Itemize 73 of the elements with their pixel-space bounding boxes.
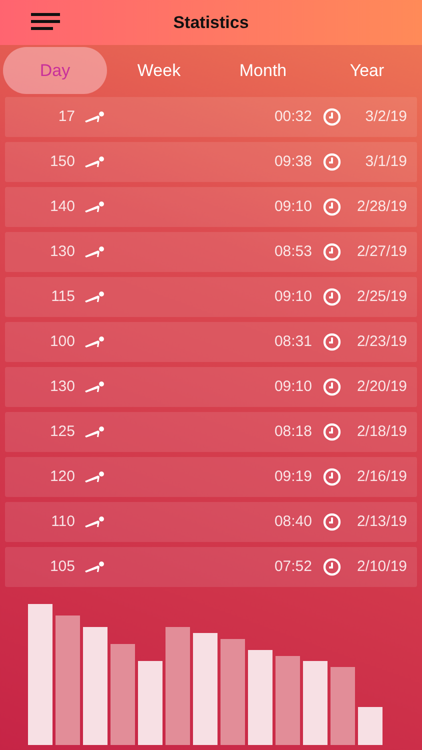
pushup-count: 140 <box>50 196 75 217</box>
clock-icon <box>323 243 341 261</box>
pushup-icon <box>85 336 105 348</box>
list-row[interactable]: 105 07:52 2/10/19 <box>5 547 417 587</box>
pushup-icon <box>85 246 105 258</box>
list-row[interactable]: 100 08:31 2/23/19 <box>5 322 417 362</box>
duration-text: 08:53 <box>274 242 312 262</box>
date-text: 2/25/19 <box>356 288 407 305</box>
clock-icon <box>323 288 341 306</box>
date-text: 2/16/19 <box>356 468 407 485</box>
duration-text: 08:18 <box>274 422 312 442</box>
clock-icon <box>323 468 341 486</box>
duration-text: 09:38 <box>274 152 312 172</box>
pushup-icon <box>85 156 105 168</box>
pushup-icon <box>85 111 105 123</box>
clock-icon <box>323 153 341 171</box>
tab[interactable]: Year <box>315 47 419 94</box>
tab[interactable]: Day <box>3 47 107 94</box>
duration-text: 08:40 <box>274 512 312 532</box>
tab[interactable]: Month <box>211 47 315 94</box>
pushup-count: 130 <box>50 242 75 262</box>
pushup-count: 105 <box>50 556 75 577</box>
pushup-count: 17 <box>58 106 75 127</box>
clock-icon <box>323 108 341 126</box>
list-row[interactable]: 130 09:10 2/20/19 <box>5 367 417 407</box>
clock-icon <box>323 558 341 576</box>
list-row[interactable]: 125 08:18 2/18/19 <box>5 412 417 452</box>
date-text: 2/28/19 <box>356 198 407 215</box>
screen-title: Statistics <box>173 12 249 34</box>
pushup-count: 110 <box>51 512 75 532</box>
list-row[interactable]: 150 09:38 3/1/19 <box>5 142 417 182</box>
date-text: 2/10/19 <box>356 558 407 575</box>
clock-icon <box>323 378 341 396</box>
date-text: 2/23/19 <box>356 332 407 350</box>
date-text: 2/20/19 <box>356 378 407 395</box>
clock-icon <box>323 198 341 216</box>
pushup-count: 115 <box>51 286 75 307</box>
pushup-icon <box>85 426 105 438</box>
pushup-count: 120 <box>50 466 75 487</box>
duration-text: 09:10 <box>274 196 312 217</box>
date-text: 3/1/19 <box>365 152 407 170</box>
clock-icon <box>323 513 341 531</box>
pushup-count: 150 <box>50 152 75 172</box>
duration-text: 08:31 <box>274 332 312 352</box>
pushup-icon <box>85 516 105 528</box>
chart-bar <box>358 707 382 745</box>
duration-text: 09:10 <box>274 286 312 307</box>
list-row[interactable]: 17 00:32 3/2/19 <box>5 97 417 137</box>
date-text: 2/13/19 <box>356 512 407 530</box>
menu-icon[interactable] <box>31 13 61 31</box>
pushup-icon <box>85 561 105 573</box>
list-row[interactable]: 140 09:10 2/28/19 <box>5 187 417 227</box>
tab[interactable]: Week <box>107 47 211 94</box>
clock-icon <box>323 333 341 351</box>
duration-text: 09:10 <box>274 376 312 397</box>
clock-icon <box>323 423 341 441</box>
pushup-icon <box>85 201 105 213</box>
pushup-icon <box>85 291 105 303</box>
date-text: 3/2/19 <box>365 108 407 125</box>
pushup-icon <box>85 471 105 483</box>
list-row[interactable]: 120 09:19 2/16/19 <box>5 457 417 497</box>
pushup-count: 130 <box>50 376 75 397</box>
duration-text: 09:19 <box>274 466 312 487</box>
duration-text: 07:52 <box>274 556 312 577</box>
pushup-count: 100 <box>50 332 75 352</box>
list-row[interactable]: 110 08:40 2/13/19 <box>5 502 417 542</box>
list-row[interactable]: 130 08:53 2/27/19 <box>5 232 417 272</box>
date-text: 2/27/19 <box>356 242 407 260</box>
list-row[interactable]: 115 09:10 2/25/19 <box>5 277 417 317</box>
pushup-count: 125 <box>50 422 75 442</box>
date-text: 2/18/19 <box>356 422 407 440</box>
pushup-icon <box>85 381 105 393</box>
duration-text: 00:32 <box>274 106 312 127</box>
